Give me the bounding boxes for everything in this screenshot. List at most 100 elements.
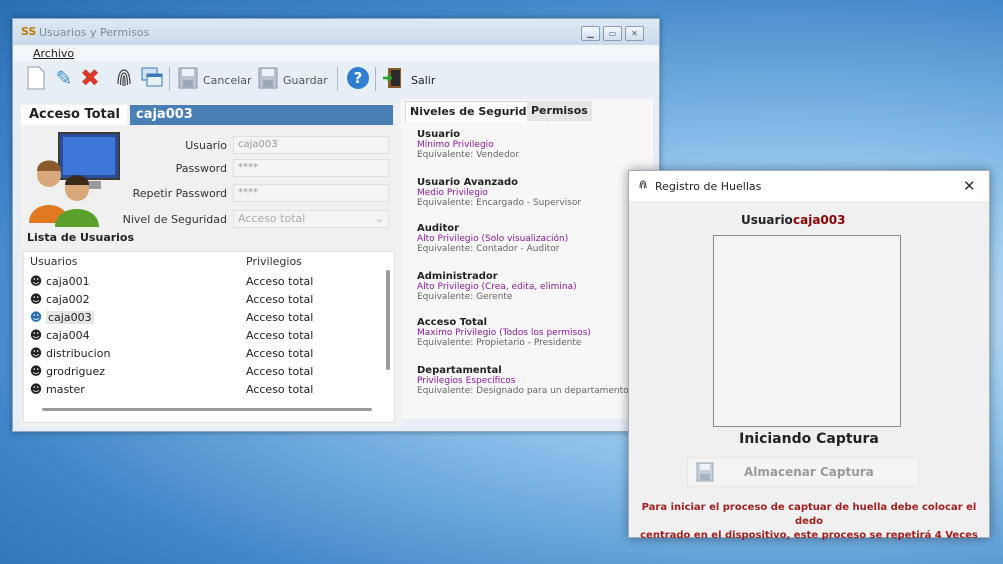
floppy-icon[interactable] bbox=[175, 65, 201, 91]
level-equivalent: Equivalente: Contador - Auditor bbox=[417, 244, 560, 254]
dialog-title: Registro de Huellas bbox=[655, 180, 762, 193]
toolbar-separator bbox=[337, 67, 338, 91]
user-icon: ☻ bbox=[29, 328, 43, 342]
dialog-title-bar[interactable]: Registro de Huellas ✕ bbox=[629, 171, 989, 201]
table-row[interactable]: ☻ grodriguez Acceso total bbox=[24, 362, 379, 380]
table-row[interactable]: ☻ master Acceso total bbox=[24, 380, 379, 398]
users-computer-icon bbox=[29, 131, 121, 227]
exit-button[interactable]: Salir bbox=[411, 74, 435, 87]
level-name: Administrador bbox=[417, 271, 498, 282]
col-header-users[interactable]: Usuarios bbox=[30, 255, 78, 268]
row-privilege: Acceso total bbox=[246, 311, 314, 324]
usuario-field[interactable]: caja003 bbox=[233, 136, 389, 154]
user-icon: ☻ bbox=[29, 364, 43, 378]
table-row[interactable]: ☻ caja004 Acceso total bbox=[24, 326, 379, 344]
dialog-user-value: caja003 bbox=[793, 213, 846, 227]
security-level-value: Acceso total bbox=[238, 212, 306, 225]
menu-bar: Archivo bbox=[13, 45, 659, 61]
level-description: Alto Privilegio (Solo visualización) bbox=[417, 234, 569, 244]
instructions-line-1: Para iniciar el proceso de captuar de hu… bbox=[641, 502, 977, 527]
title-bar[interactable]: SS Usuarios y Permisos ▁ ▭ ✕ bbox=[13, 19, 659, 45]
row-user: caja002 bbox=[46, 293, 90, 306]
level-description: Medio Privilegio bbox=[417, 188, 488, 198]
security-level-item: Usuario Avanzado Medio Privilegio Equivale… bbox=[417, 177, 581, 208]
level-name: Usuario bbox=[417, 129, 461, 140]
help-icon[interactable]: ? bbox=[345, 65, 371, 91]
table-row[interactable]: ☻ caja002 Acceso total bbox=[24, 290, 379, 308]
level-name: Acceso Total bbox=[417, 317, 487, 328]
level-name: Usuario Avanzado bbox=[417, 177, 519, 188]
usuario-label: Usuario bbox=[185, 139, 227, 152]
user-icon: ☻ bbox=[29, 310, 43, 324]
horizontal-scrollbar[interactable] bbox=[42, 408, 372, 411]
exit-door-icon[interactable] bbox=[381, 65, 407, 91]
security-level-item: Auditor Alto Privilegio (Solo visualizaci… bbox=[417, 223, 568, 254]
security-level-item: Departamental Privilegios Específicos Equi… bbox=[417, 365, 629, 396]
menu-archivo[interactable]: Archivo bbox=[33, 47, 74, 60]
users-grid: Usuarios Privilegios ☻ caja001 Acceso tota… bbox=[23, 251, 395, 423]
minimize-button[interactable]: ▁ bbox=[581, 26, 600, 41]
level-equivalent: Equivalente: Gerente bbox=[417, 292, 513, 302]
row-privilege: Acceso total bbox=[246, 293, 314, 306]
row-user: distribucion bbox=[46, 347, 111, 360]
security-level-select[interactable]: Acceso total ⌄ bbox=[233, 210, 389, 228]
instructions-line-2: centrado en el dispositivo, este proceso… bbox=[640, 530, 978, 541]
capture-instructions: Para iniciar el proceso de captuar de hu… bbox=[633, 501, 985, 543]
maximize-button[interactable]: ▭ bbox=[603, 26, 622, 41]
tab-permissions[interactable]: Permisos bbox=[527, 101, 592, 121]
table-row[interactable]: ☻ caja001 Acceso total bbox=[24, 272, 379, 290]
dialog-user-label: Usuario bbox=[741, 213, 793, 227]
level-equivalent: Equivalente: Vendedor bbox=[417, 150, 520, 160]
user-icon: ☻ bbox=[29, 382, 43, 396]
table-row[interactable]: ☻ distribucion Acceso total bbox=[24, 344, 379, 362]
vertical-scrollbar[interactable] bbox=[386, 270, 390, 370]
security-levels-panel: Niveles de Seguridad Permisos Usuario Mín… bbox=[401, 99, 653, 419]
access-level-header: Acceso Total bbox=[21, 105, 127, 125]
fingerprint-dialog: Registro de Huellas ✕ Usuario caja003 In… bbox=[628, 170, 990, 541]
row-user: grodriguez bbox=[46, 365, 106, 378]
new-icon[interactable] bbox=[23, 65, 49, 91]
fingerprint-icon bbox=[637, 179, 649, 194]
user-icon: ☻ bbox=[29, 346, 43, 360]
store-capture-button[interactable]: Almacenar Captura bbox=[687, 457, 919, 487]
floppy-icon[interactable] bbox=[255, 65, 281, 91]
table-row[interactable]: ☻ caja003 Acceso total bbox=[24, 308, 379, 326]
row-privilege: Acceso total bbox=[246, 383, 314, 396]
security-level-item: Administrador Alto Privilegio (Crea, edit… bbox=[417, 271, 577, 302]
tab-security-levels[interactable]: Niveles de Seguridad bbox=[405, 101, 547, 122]
row-user: master bbox=[46, 383, 85, 396]
level-description: Alto Privilegio (Crea, edita, elimina) bbox=[417, 282, 577, 292]
save-button[interactable]: Guardar bbox=[283, 74, 328, 87]
security-level-item: Usuario Mínimo Privilegio Equivalente: Ven… bbox=[417, 129, 519, 160]
repeat-password-field[interactable]: **** bbox=[233, 184, 389, 202]
row-user: caja001 bbox=[46, 275, 90, 288]
level-equivalent: Equivalente: Encargado - Supervisor bbox=[417, 198, 582, 208]
users-permissions-window: SS Usuarios y Permisos ▁ ▭ ✕ Archivo ✎ ✖… bbox=[12, 18, 660, 432]
row-user: caja003 bbox=[46, 311, 94, 324]
level-description: Privilegios Específicos bbox=[417, 376, 516, 386]
store-capture-label: Almacenar Captura bbox=[744, 465, 874, 479]
toolbar-separator bbox=[169, 67, 170, 91]
password-field[interactable]: **** bbox=[233, 159, 389, 177]
capture-status: Iniciando Captura bbox=[739, 431, 879, 447]
toolbar: ✎ ✖ Cancelar Guardar ? Salir bbox=[19, 63, 653, 97]
fingerprint-icon[interactable] bbox=[111, 65, 137, 91]
close-button[interactable]: ✕ bbox=[625, 26, 644, 41]
toolbar-separator bbox=[375, 67, 376, 91]
repeat-password-label: Repetir Password bbox=[132, 187, 227, 200]
delete-icon[interactable]: ✖ bbox=[77, 64, 103, 92]
level-description: Mínimo Privilegio bbox=[417, 140, 494, 150]
edit-icon[interactable]: ✎ bbox=[51, 65, 77, 91]
level-description: Maximo Privilegio (Todos los permisos) bbox=[417, 328, 591, 338]
window-title: Usuarios y Permisos bbox=[39, 26, 150, 39]
level-equivalent: Equivalente: Designado para un departame… bbox=[417, 386, 629, 396]
cancel-button[interactable]: Cancelar bbox=[203, 74, 252, 87]
level-name: Auditor bbox=[417, 223, 460, 234]
close-icon[interactable]: ✕ bbox=[963, 177, 976, 195]
user-icon: ☻ bbox=[29, 292, 43, 306]
windows-icon[interactable] bbox=[139, 65, 165, 91]
security-level-item: Acceso Total Maximo Privilegio (Todos los… bbox=[417, 317, 591, 348]
app-icon: SS bbox=[21, 25, 37, 38]
col-header-privileges[interactable]: Privilegios bbox=[246, 255, 302, 268]
users-list-title: Lista de Usuarios bbox=[27, 231, 135, 244]
